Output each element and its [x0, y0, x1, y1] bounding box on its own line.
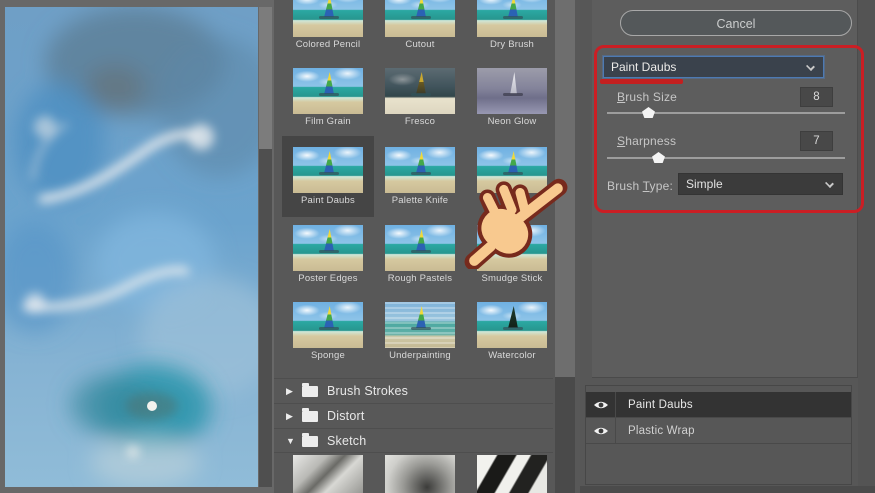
chevron-down-icon	[825, 179, 834, 188]
effect-layer-row-paint-daubs[interactable]: Paint Daubs	[586, 392, 851, 418]
effect-layers-panel: Paint Daubs Plastic Wrap	[585, 385, 852, 485]
filter-item-colored-pencil[interactable]: Colored Pencil	[293, 0, 363, 50]
folder-name: Brush Strokes	[327, 384, 409, 398]
brush-size-slider[interactable]	[607, 106, 845, 119]
brush-type-dropdown[interactable]: Simple	[678, 173, 843, 195]
filter-thumbnail	[385, 302, 455, 348]
folder-row-sketch[interactable]: ▼ Sketch	[274, 428, 553, 453]
filter-thumbnail	[385, 225, 455, 271]
filter-select-value: Paint Daubs	[611, 60, 677, 74]
filter-thumbnail	[477, 455, 547, 493]
filter-item-poster-edges[interactable]: Poster Edges	[293, 225, 363, 284]
preview-artwork	[5, 7, 258, 487]
dialog-right-margin	[858, 0, 875, 493]
filter-item-sponge[interactable]: Sponge	[293, 302, 363, 361]
preview-scrollbar[interactable]	[259, 7, 272, 487]
brush-type-value: Simple	[686, 177, 723, 191]
filter-thumbnail	[293, 455, 363, 493]
filter-item-sketch-2[interactable]	[385, 455, 455, 493]
folder-row-distort[interactable]: ▶ Distort	[274, 403, 553, 428]
open-folder-icon	[302, 432, 318, 447]
filter-label: Paint Daubs	[301, 195, 355, 206]
eye-icon	[593, 401, 608, 408]
filter-item-dry-brush[interactable]: Dry Brush	[477, 0, 547, 50]
filter-thumbnail	[477, 302, 547, 348]
filter-item-rough-pastels[interactable]: Rough Pastels	[385, 225, 455, 284]
filter-label: Poster Edges	[298, 273, 358, 284]
filter-label: Colored Pencil	[295, 39, 361, 50]
filter-gallery-dialog: Colored Pencil Cutout Dry Brush Film Gra…	[0, 0, 875, 493]
filter-item-paint-daubs-selected[interactable]: Paint Daubs	[293, 147, 363, 206]
effect-layer-name: Plastic Wrap	[628, 425, 695, 437]
filter-thumbnail	[293, 68, 363, 114]
filter-thumbnail	[477, 0, 547, 37]
preview-pane	[0, 0, 274, 493]
expanded-triangle-icon: ▼	[286, 436, 295, 446]
filter-item-sketch-1[interactable]	[293, 455, 363, 493]
filter-thumbnail	[293, 0, 363, 37]
sharpness-slider-thumb[interactable]	[652, 152, 665, 163]
filter-label: Dry Brush	[489, 39, 535, 50]
filter-thumbnail	[385, 68, 455, 114]
filter-label: Cutout	[405, 39, 435, 50]
filter-label: Sponge	[311, 350, 345, 361]
filter-label: Underpainting	[389, 350, 451, 361]
filter-item-neon-glow[interactable]: Neon Glow	[477, 68, 547, 127]
eye-icon	[593, 427, 608, 434]
filter-item-film-grain[interactable]: Film Grain	[293, 68, 363, 127]
collapsed-triangle-icon: ▶	[286, 385, 293, 396]
filter-label: Smudge Stick	[481, 273, 543, 284]
filter-label: Film Grain	[305, 116, 351, 127]
folder-name: Distort	[327, 409, 365, 423]
hand-cursor-icon	[460, 167, 572, 271]
filter-thumbnail	[385, 455, 455, 493]
preview-scrollbar-thumb[interactable]	[259, 7, 272, 149]
folder-icon	[302, 382, 318, 397]
filter-thumbnail	[477, 68, 547, 114]
collapsed-triangle-icon: ▶	[286, 410, 293, 421]
brush-size-label: Brush Size	[617, 90, 678, 104]
filter-item-watercolor[interactable]: Watercolor	[477, 302, 547, 361]
dialog-bottom-edge	[580, 486, 875, 493]
filter-thumbnail	[385, 0, 455, 37]
effect-layer-row-plastic-wrap[interactable]: Plastic Wrap	[586, 418, 851, 444]
sharpness-label: Sharpness	[617, 134, 677, 148]
filter-label: Watercolor	[488, 350, 536, 361]
brush-size-slider-thumb[interactable]	[642, 107, 655, 118]
preview-image[interactable]	[5, 7, 258, 487]
filter-label: Rough Pastels	[387, 273, 453, 284]
visibility-toggle[interactable]	[586, 392, 616, 417]
divider	[274, 452, 553, 453]
visibility-toggle[interactable]	[586, 418, 616, 443]
filter-thumbnail	[293, 225, 363, 271]
filter-item-fresco[interactable]: Fresco	[385, 68, 455, 127]
brush-size-value[interactable]: 8	[800, 87, 833, 107]
filter-label: Palette Knife	[391, 195, 449, 206]
filter-item-cutout[interactable]: Cutout	[385, 0, 455, 50]
brush-type-label: Brush Type:	[607, 179, 674, 193]
filter-select-dropdown[interactable]: Paint Daubs	[603, 56, 824, 78]
folder-name: Sketch	[327, 434, 367, 448]
cancel-button[interactable]: Cancel	[620, 10, 852, 36]
sharpness-value[interactable]: 7	[800, 131, 833, 151]
filter-thumbnail	[385, 147, 455, 193]
filter-label: Neon Glow	[487, 116, 537, 127]
filter-thumbnail	[293, 147, 363, 193]
slider-track[interactable]	[607, 157, 845, 159]
folder-row-brush-strokes[interactable]: ▶ Brush Strokes	[274, 378, 553, 403]
filter-item-underpainting[interactable]: Underpainting	[385, 302, 455, 361]
filter-item-sketch-3[interactable]	[477, 455, 547, 493]
folder-icon	[302, 407, 318, 422]
filter-thumbnail	[293, 302, 363, 348]
effect-layer-name: Paint Daubs	[628, 399, 693, 411]
filter-item-palette-knife[interactable]: Palette Knife	[385, 147, 455, 206]
filter-label: Fresco	[404, 116, 436, 127]
sharpness-slider[interactable]	[607, 151, 845, 164]
chevron-down-icon	[806, 62, 815, 71]
